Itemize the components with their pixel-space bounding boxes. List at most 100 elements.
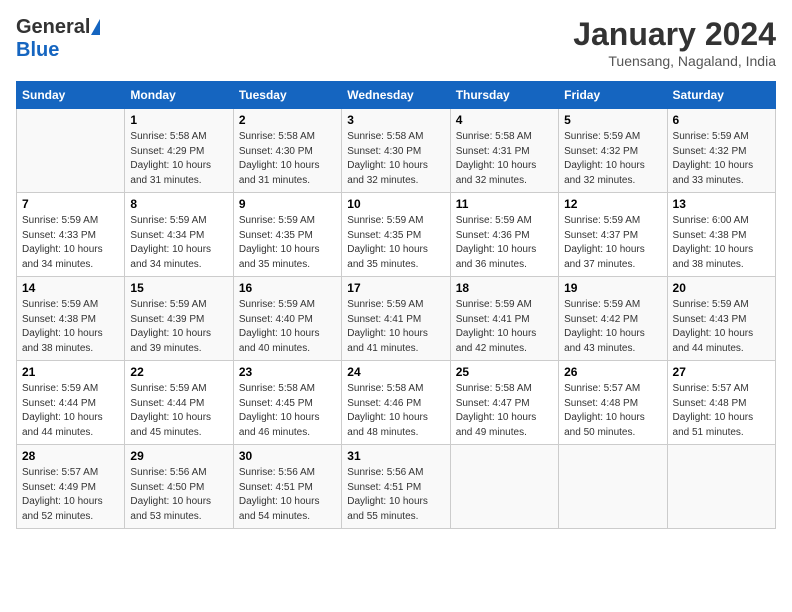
- calendar-cell: 17Sunrise: 5:59 AM Sunset: 4:41 PM Dayli…: [342, 277, 450, 361]
- calendar-cell: 21 Sunrise: 5:59 AM Sunset: 4:44 PM Dayli…: [17, 361, 125, 445]
- day-info: Sunrise: 5:59 AM Sunset: 4:35 PM Dayligh…: [347, 214, 444, 272]
- day-number: 13: [673, 197, 770, 211]
- calendar-cell: 9 Sunrise: 5:59 AM Sunset: 4:35 PM Daylig…: [233, 193, 341, 277]
- day-number: 23: [239, 365, 336, 379]
- weekday-header: Friday: [559, 82, 667, 109]
- day-number: 25: [456, 365, 553, 379]
- day-number: 20: [673, 281, 770, 295]
- calendar-cell: 3Sunrise: 5:58 AM Sunset: 4:30 PM Daylig…: [342, 109, 450, 193]
- day-number: 15: [130, 281, 227, 295]
- calendar-cell: 31Sunrise: 5:56 AM Sunset: 4:51 PM Dayli…: [342, 445, 450, 529]
- day-info: Sunrise: 5:58 AM Sunset: 4:45 PM Dayligh…: [239, 382, 336, 440]
- calendar-week-row: 1 Sunrise: 5:58 AM Sunset: 4:29 PM Daylig…: [17, 109, 776, 193]
- calendar-week-row: 7 Sunrise: 5:59 AM Sunset: 4:33 PM Daylig…: [17, 193, 776, 277]
- calendar-week-row: 28Sunrise: 5:57 AM Sunset: 4:49 PM Dayli…: [17, 445, 776, 529]
- weekday-header: Wednesday: [342, 82, 450, 109]
- weekday-header: Sunday: [17, 82, 125, 109]
- calendar-cell: 16 Sunrise: 5:59 AM Sunset: 4:40 PM Dayli…: [233, 277, 341, 361]
- calendar-cell: 19 Sunrise: 5:59 AM Sunset: 4:42 PM Dayli…: [559, 277, 667, 361]
- day-info: Sunrise: 5:59 AM Sunset: 4:43 PM Dayligh…: [673, 298, 770, 356]
- weekday-header: Monday: [125, 82, 233, 109]
- day-number: 12: [564, 197, 661, 211]
- day-info: Sunrise: 5:58 AM Sunset: 4:29 PM Dayligh…: [130, 130, 227, 188]
- day-info: Sunrise: 5:59 AM Sunset: 4:32 PM Dayligh…: [673, 130, 770, 188]
- calendar-cell: 27 Sunrise: 5:57 AM Sunset: 4:48 PM Dayli…: [667, 361, 775, 445]
- weekday-header-row: SundayMondayTuesdayWednesdayThursdayFrid…: [17, 82, 776, 109]
- day-number: 4: [456, 113, 553, 127]
- calendar-cell: 23 Sunrise: 5:58 AM Sunset: 4:45 PM Dayli…: [233, 361, 341, 445]
- day-info: Sunrise: 5:58 AM Sunset: 4:31 PM Dayligh…: [456, 130, 553, 188]
- day-info: Sunrise: 5:59 AM Sunset: 4:44 PM Dayligh…: [22, 382, 119, 440]
- calendar-cell: 24 Sunrise: 5:58 AM Sunset: 4:46 PM Dayli…: [342, 361, 450, 445]
- calendar-cell: 12Sunrise: 5:59 AM Sunset: 4:37 PM Dayli…: [559, 193, 667, 277]
- logo-blue-text: Blue: [16, 39, 59, 62]
- calendar-cell: 20 Sunrise: 5:59 AM Sunset: 4:43 PM Dayli…: [667, 277, 775, 361]
- day-number: 1: [130, 113, 227, 127]
- day-info: Sunrise: 5:58 AM Sunset: 4:46 PM Dayligh…: [347, 382, 444, 440]
- day-info: Sunrise: 5:56 AM Sunset: 4:51 PM Dayligh…: [239, 466, 336, 524]
- day-info: Sunrise: 5:59 AM Sunset: 4:38 PM Dayligh…: [22, 298, 119, 356]
- day-info: Sunrise: 5:59 AM Sunset: 4:32 PM Dayligh…: [564, 130, 661, 188]
- day-info: Sunrise: 5:59 AM Sunset: 4:41 PM Dayligh…: [347, 298, 444, 356]
- day-number: 27: [673, 365, 770, 379]
- logo: General Blue: [16, 16, 100, 62]
- day-number: 26: [564, 365, 661, 379]
- calendar-week-row: 21 Sunrise: 5:59 AM Sunset: 4:44 PM Dayli…: [17, 361, 776, 445]
- day-info: Sunrise: 5:57 AM Sunset: 4:49 PM Dayligh…: [22, 466, 119, 524]
- day-number: 2: [239, 113, 336, 127]
- calendar-cell: 8 Sunrise: 5:59 AM Sunset: 4:34 PM Daylig…: [125, 193, 233, 277]
- day-number: 19: [564, 281, 661, 295]
- day-number: 9: [239, 197, 336, 211]
- calendar-cell: 4 Sunrise: 5:58 AM Sunset: 4:31 PM Daylig…: [450, 109, 558, 193]
- calendar-week-row: 14 Sunrise: 5:59 AM Sunset: 4:38 PM Dayli…: [17, 277, 776, 361]
- day-info: Sunrise: 5:59 AM Sunset: 4:42 PM Dayligh…: [564, 298, 661, 356]
- day-info: Sunrise: 5:59 AM Sunset: 4:39 PM Dayligh…: [130, 298, 227, 356]
- month-title: January 2024: [573, 16, 776, 53]
- day-number: 16: [239, 281, 336, 295]
- day-info: Sunrise: 5:57 AM Sunset: 4:48 PM Dayligh…: [564, 382, 661, 440]
- calendar-cell: [559, 445, 667, 529]
- calendar-cell: 6Sunrise: 5:59 AM Sunset: 4:32 PM Daylig…: [667, 109, 775, 193]
- day-info: Sunrise: 5:59 AM Sunset: 4:33 PM Dayligh…: [22, 214, 119, 272]
- calendar-cell: 13Sunrise: 6:00 AM Sunset: 4:38 PM Dayli…: [667, 193, 775, 277]
- day-info: Sunrise: 5:59 AM Sunset: 4:34 PM Dayligh…: [130, 214, 227, 272]
- day-number: 29: [130, 449, 227, 463]
- location-text: Tuensang, Nagaland, India: [573, 53, 776, 69]
- header: General Blue January 2024 Tuensang, Naga…: [16, 16, 776, 69]
- title-area: January 2024 Tuensang, Nagaland, India: [573, 16, 776, 69]
- day-number: 30: [239, 449, 336, 463]
- logo-general-text: General: [16, 16, 90, 39]
- logo-arrow-icon: [91, 19, 100, 35]
- day-number: 10: [347, 197, 444, 211]
- calendar-cell: 29 Sunrise: 5:56 AM Sunset: 4:50 PM Dayli…: [125, 445, 233, 529]
- day-number: 24: [347, 365, 444, 379]
- day-info: Sunrise: 5:59 AM Sunset: 4:44 PM Dayligh…: [130, 382, 227, 440]
- calendar-cell: 2Sunrise: 5:58 AM Sunset: 4:30 PM Daylig…: [233, 109, 341, 193]
- calendar-cell: 7 Sunrise: 5:59 AM Sunset: 4:33 PM Daylig…: [17, 193, 125, 277]
- day-info: Sunrise: 5:58 AM Sunset: 4:47 PM Dayligh…: [456, 382, 553, 440]
- day-info: Sunrise: 5:59 AM Sunset: 4:35 PM Dayligh…: [239, 214, 336, 272]
- day-number: 14: [22, 281, 119, 295]
- calendar-cell: 5 Sunrise: 5:59 AM Sunset: 4:32 PM Daylig…: [559, 109, 667, 193]
- calendar-cell: 22Sunrise: 5:59 AM Sunset: 4:44 PM Dayli…: [125, 361, 233, 445]
- calendar-cell: 26 Sunrise: 5:57 AM Sunset: 4:48 PM Dayli…: [559, 361, 667, 445]
- day-number: 5: [564, 113, 661, 127]
- calendar-cell: 11Sunrise: 5:59 AM Sunset: 4:36 PM Dayli…: [450, 193, 558, 277]
- day-number: 18: [456, 281, 553, 295]
- day-info: Sunrise: 5:59 AM Sunset: 4:41 PM Dayligh…: [456, 298, 553, 356]
- day-number: 8: [130, 197, 227, 211]
- day-number: 3: [347, 113, 444, 127]
- day-info: Sunrise: 5:56 AM Sunset: 4:51 PM Dayligh…: [347, 466, 444, 524]
- calendar-cell: 18 Sunrise: 5:59 AM Sunset: 4:41 PM Dayli…: [450, 277, 558, 361]
- weekday-header: Tuesday: [233, 82, 341, 109]
- day-number: 21: [22, 365, 119, 379]
- day-info: Sunrise: 5:56 AM Sunset: 4:50 PM Dayligh…: [130, 466, 227, 524]
- calendar-cell: 25 Sunrise: 5:58 AM Sunset: 4:47 PM Dayli…: [450, 361, 558, 445]
- day-info: Sunrise: 5:57 AM Sunset: 4:48 PM Dayligh…: [673, 382, 770, 440]
- weekday-header: Saturday: [667, 82, 775, 109]
- calendar-cell: 28Sunrise: 5:57 AM Sunset: 4:49 PM Dayli…: [17, 445, 125, 529]
- day-info: Sunrise: 5:59 AM Sunset: 4:36 PM Dayligh…: [456, 214, 553, 272]
- day-number: 7: [22, 197, 119, 211]
- day-info: Sunrise: 5:59 AM Sunset: 4:40 PM Dayligh…: [239, 298, 336, 356]
- calendar-cell: 1 Sunrise: 5:58 AM Sunset: 4:29 PM Daylig…: [125, 109, 233, 193]
